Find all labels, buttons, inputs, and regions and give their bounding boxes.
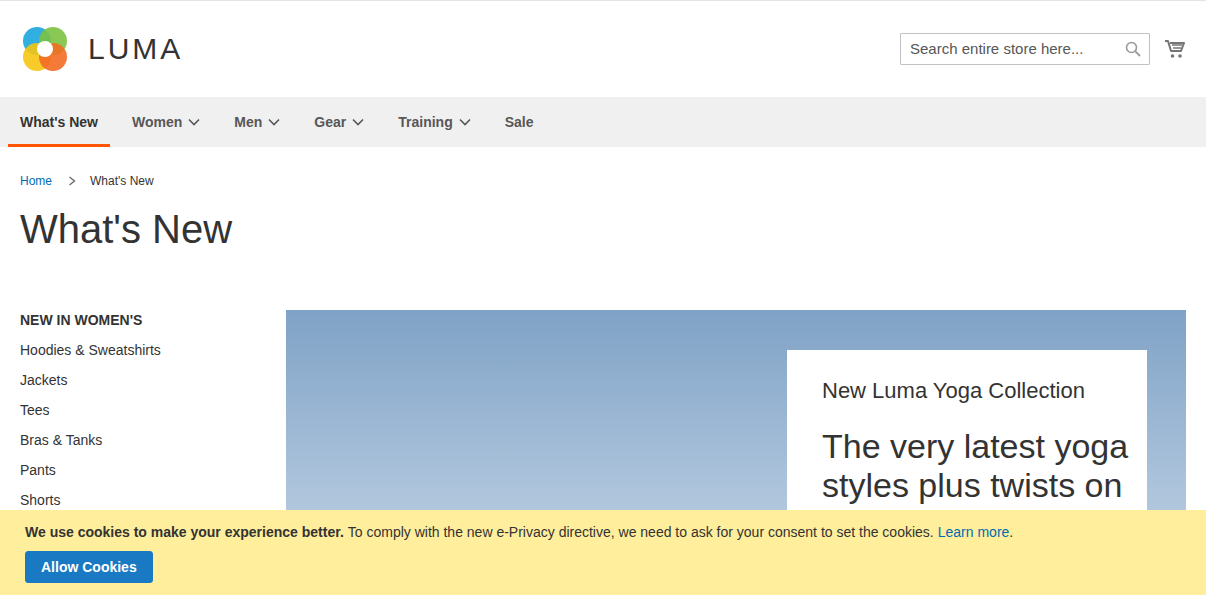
sidebar-item[interactable]: Tees: [20, 395, 286, 425]
sidebar-item[interactable]: Pants: [20, 455, 286, 485]
chevron-right-icon: [68, 176, 76, 186]
nav-item[interactable]: What's New: [8, 97, 110, 147]
nav-item[interactable]: Men: [222, 97, 292, 147]
cookie-text: To comply with the new e-Privacy directi…: [348, 524, 934, 540]
nav-label[interactable]: Women: [132, 112, 182, 133]
header-actions: [900, 33, 1186, 65]
nav-label[interactable]: Training: [398, 112, 452, 133]
luma-logo-icon[interactable]: [20, 24, 70, 74]
search-box: [900, 33, 1150, 65]
learn-more-link[interactable]: Learn more: [938, 524, 1010, 540]
nav-item[interactable]: Sale: [493, 97, 546, 147]
logo-text[interactable]: LUMA: [88, 31, 183, 67]
nav-label[interactable]: What's New: [20, 112, 98, 133]
cookie-message: We use cookies to make your experience b…: [25, 522, 1181, 542]
hero-subtitle: New Luma Yoga Collection: [822, 378, 1132, 404]
allow-cookies-button[interactable]: Allow Cookies: [25, 551, 153, 583]
cookie-heading: We use cookies to make your experience b…: [25, 524, 344, 540]
chevron-down-icon[interactable]: [268, 118, 280, 126]
page-header: LUMA: [0, 0, 1206, 97]
store-logo[interactable]: LUMA: [20, 24, 183, 74]
nav-item[interactable]: Women: [120, 97, 212, 147]
chevron-down-icon[interactable]: [352, 118, 364, 126]
nav-label[interactable]: Sale: [505, 112, 534, 133]
nav-label[interactable]: Gear: [314, 112, 346, 133]
cart-icon[interactable]: [1164, 38, 1186, 60]
sidebar-item[interactable]: Bras & Tanks: [20, 425, 286, 455]
breadcrumb-item[interactable]: Home: [20, 172, 52, 190]
breadcrumb-item: What's New: [90, 172, 154, 190]
hero-title: The very latest yoga styles plus twists …: [822, 427, 1132, 505]
search-icon[interactable]: [1125, 41, 1141, 57]
search-input[interactable]: [900, 33, 1150, 65]
nav-item[interactable]: Gear: [302, 97, 376, 147]
cookie-end: .: [1009, 524, 1013, 540]
nav-item[interactable]: Training: [386, 97, 482, 147]
cookie-notice: We use cookies to make your experience b…: [0, 510, 1206, 595]
chevron-down-icon[interactable]: [188, 118, 200, 126]
nav-label[interactable]: Men: [234, 112, 262, 133]
sidebar-item[interactable]: Hoodies & Sweatshirts: [20, 335, 286, 365]
sidebar-list: Hoodies & SweatshirtsJacketsTeesBras & T…: [20, 335, 286, 515]
page-title: What's New: [20, 207, 1186, 251]
main-nav: What's New Women Men Gear Training Sale: [0, 97, 1206, 147]
chevron-down-icon[interactable]: [459, 118, 471, 126]
sidebar-heading: NEW IN WOMEN'S: [20, 310, 286, 330]
breadcrumbs: Home What's New: [20, 172, 1186, 190]
sidebar-item[interactable]: Jackets: [20, 365, 286, 395]
